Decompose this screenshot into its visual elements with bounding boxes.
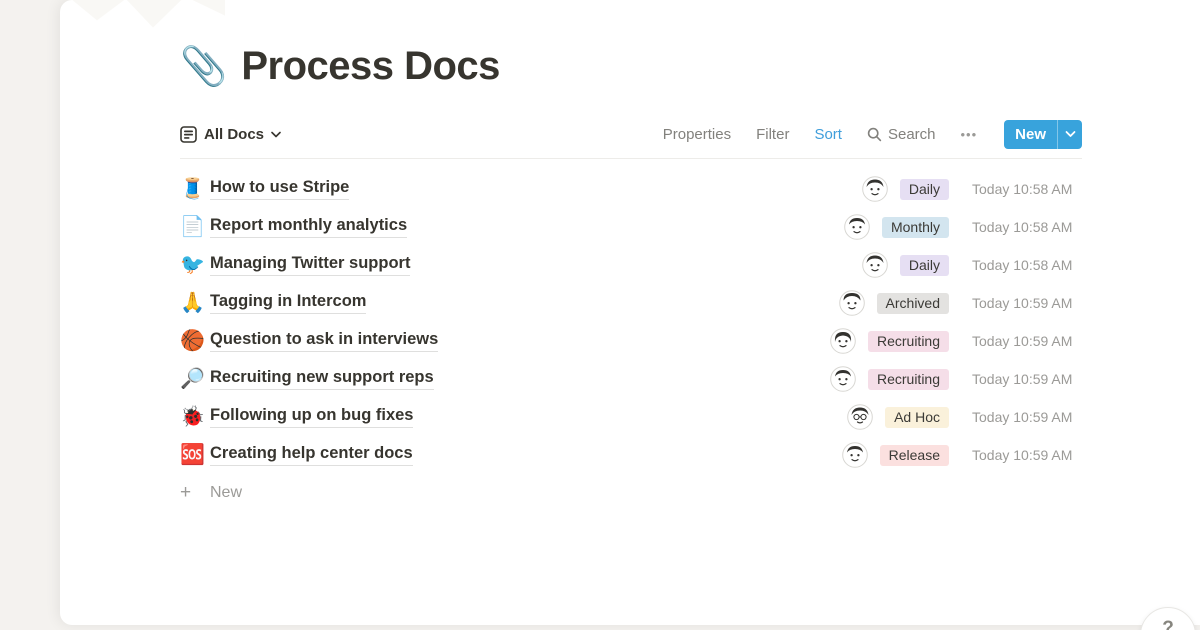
status-tag: Ad Hoc xyxy=(885,407,949,428)
doc-title-link[interactable]: How to use Stripe xyxy=(210,178,349,200)
doc-row[interactable]: 🔎 Recruiting new support reps Recruiting… xyxy=(180,360,1082,398)
timestamp: Today 10:59 AM xyxy=(972,295,1082,311)
new-button-chevron-icon[interactable] xyxy=(1058,130,1082,138)
help-label: ? xyxy=(1162,618,1174,630)
status-tag: Monthly xyxy=(882,217,949,238)
avatar xyxy=(862,252,888,278)
timestamp: Today 10:59 AM xyxy=(972,333,1082,349)
sos-emoji-icon: 🆘 xyxy=(180,445,210,465)
chevron-down-icon xyxy=(271,131,281,138)
search-button[interactable]: Search xyxy=(867,126,936,143)
view-switcher-all-docs[interactable]: All Docs xyxy=(180,126,281,143)
new-button-label: New xyxy=(1004,126,1057,143)
filter-button[interactable]: Filter xyxy=(756,126,789,143)
timestamp: Today 10:59 AM xyxy=(972,409,1082,425)
avatar xyxy=(847,404,873,430)
doc-row[interactable]: 🙏 Tagging in Intercom Archived Today 10:… xyxy=(180,284,1082,322)
timestamp: Today 10:59 AM xyxy=(972,371,1082,387)
page-title: Process Docs xyxy=(241,44,500,89)
status-tag: Daily xyxy=(900,255,949,276)
timestamp: Today 10:59 AM xyxy=(972,447,1082,463)
doc-title-link[interactable]: Question to ask in interviews xyxy=(210,330,438,352)
avatar xyxy=(842,442,868,468)
doc-row[interactable]: 🧵 How to use Stripe Daily Today 10:58 AM xyxy=(180,170,1082,208)
avatar xyxy=(844,214,870,240)
doc-title-link[interactable]: Tagging in Intercom xyxy=(210,292,366,314)
thread-emoji-icon: 🧵 xyxy=(180,179,210,199)
status-tag: Daily xyxy=(900,179,949,200)
doc-title-link[interactable]: Managing Twitter support xyxy=(210,254,410,276)
ladybug-emoji-icon: 🐞 xyxy=(180,407,210,427)
doc-row[interactable]: 🆘 Creating help center docs Release Toda… xyxy=(180,436,1082,474)
folded-hands-emoji-icon: 🙏 xyxy=(180,293,210,313)
status-tag: Recruiting xyxy=(868,369,949,390)
avatar xyxy=(839,290,865,316)
doc-title-link[interactable]: Report monthly analytics xyxy=(210,216,407,238)
timestamp: Today 10:58 AM xyxy=(972,257,1082,273)
avatar xyxy=(830,366,856,392)
list-view-icon xyxy=(180,126,197,143)
view-switcher-label: All Docs xyxy=(204,126,264,143)
properties-button[interactable]: Properties xyxy=(663,126,731,143)
new-button[interactable]: New xyxy=(1004,120,1082,149)
toolbar: All Docs Properties Filter Sort Search •… xyxy=(180,119,1082,149)
timestamp: Today 10:58 AM xyxy=(972,181,1082,197)
new-doc-label: New xyxy=(210,484,242,502)
magnifier-emoji-icon: 🔎 xyxy=(180,369,210,389)
avatar xyxy=(862,176,888,202)
page-card: 📎 Process Docs All Docs Properties Filte… xyxy=(60,0,1200,625)
status-tag: Recruiting xyxy=(868,331,949,352)
timestamp: Today 10:58 AM xyxy=(972,219,1082,235)
basketball-emoji-icon: 🏀 xyxy=(180,331,210,351)
new-doc-button[interactable]: + New xyxy=(180,474,1082,512)
paperclip-icon: 📎 xyxy=(180,48,227,86)
doc-title-link[interactable]: Creating help center docs xyxy=(210,444,413,466)
search-icon xyxy=(867,127,882,142)
status-tag: Release xyxy=(880,445,949,466)
doc-title-link[interactable]: Recruiting new support reps xyxy=(210,368,434,390)
avatar xyxy=(830,328,856,354)
search-label: Search xyxy=(888,126,936,143)
status-tag: Archived xyxy=(877,293,949,314)
sort-button[interactable]: Sort xyxy=(814,126,842,143)
doc-row[interactable]: 🏀 Question to ask in interviews Recruiti… xyxy=(180,322,1082,360)
toolbar-divider xyxy=(180,158,1082,159)
page-header: 📎 Process Docs xyxy=(180,44,1082,89)
doc-row[interactable]: 🐦 Managing Twitter support Daily Today 1… xyxy=(180,246,1082,284)
doc-row[interactable]: 📄 Report monthly analytics Monthly Today… xyxy=(180,208,1082,246)
page-emoji-icon: 📄 xyxy=(180,217,210,237)
doc-list: 🧵 How to use Stripe Daily Today 10:58 AM… xyxy=(180,170,1082,512)
more-options-button[interactable]: ••• xyxy=(961,127,978,142)
doc-title-link[interactable]: Following up on bug fixes xyxy=(210,406,413,428)
doc-row[interactable]: 🐞 Following up on bug fixes Ad Hoc Today… xyxy=(180,398,1082,436)
bird-emoji-icon: 🐦 xyxy=(180,255,210,275)
plus-icon: + xyxy=(180,482,210,504)
